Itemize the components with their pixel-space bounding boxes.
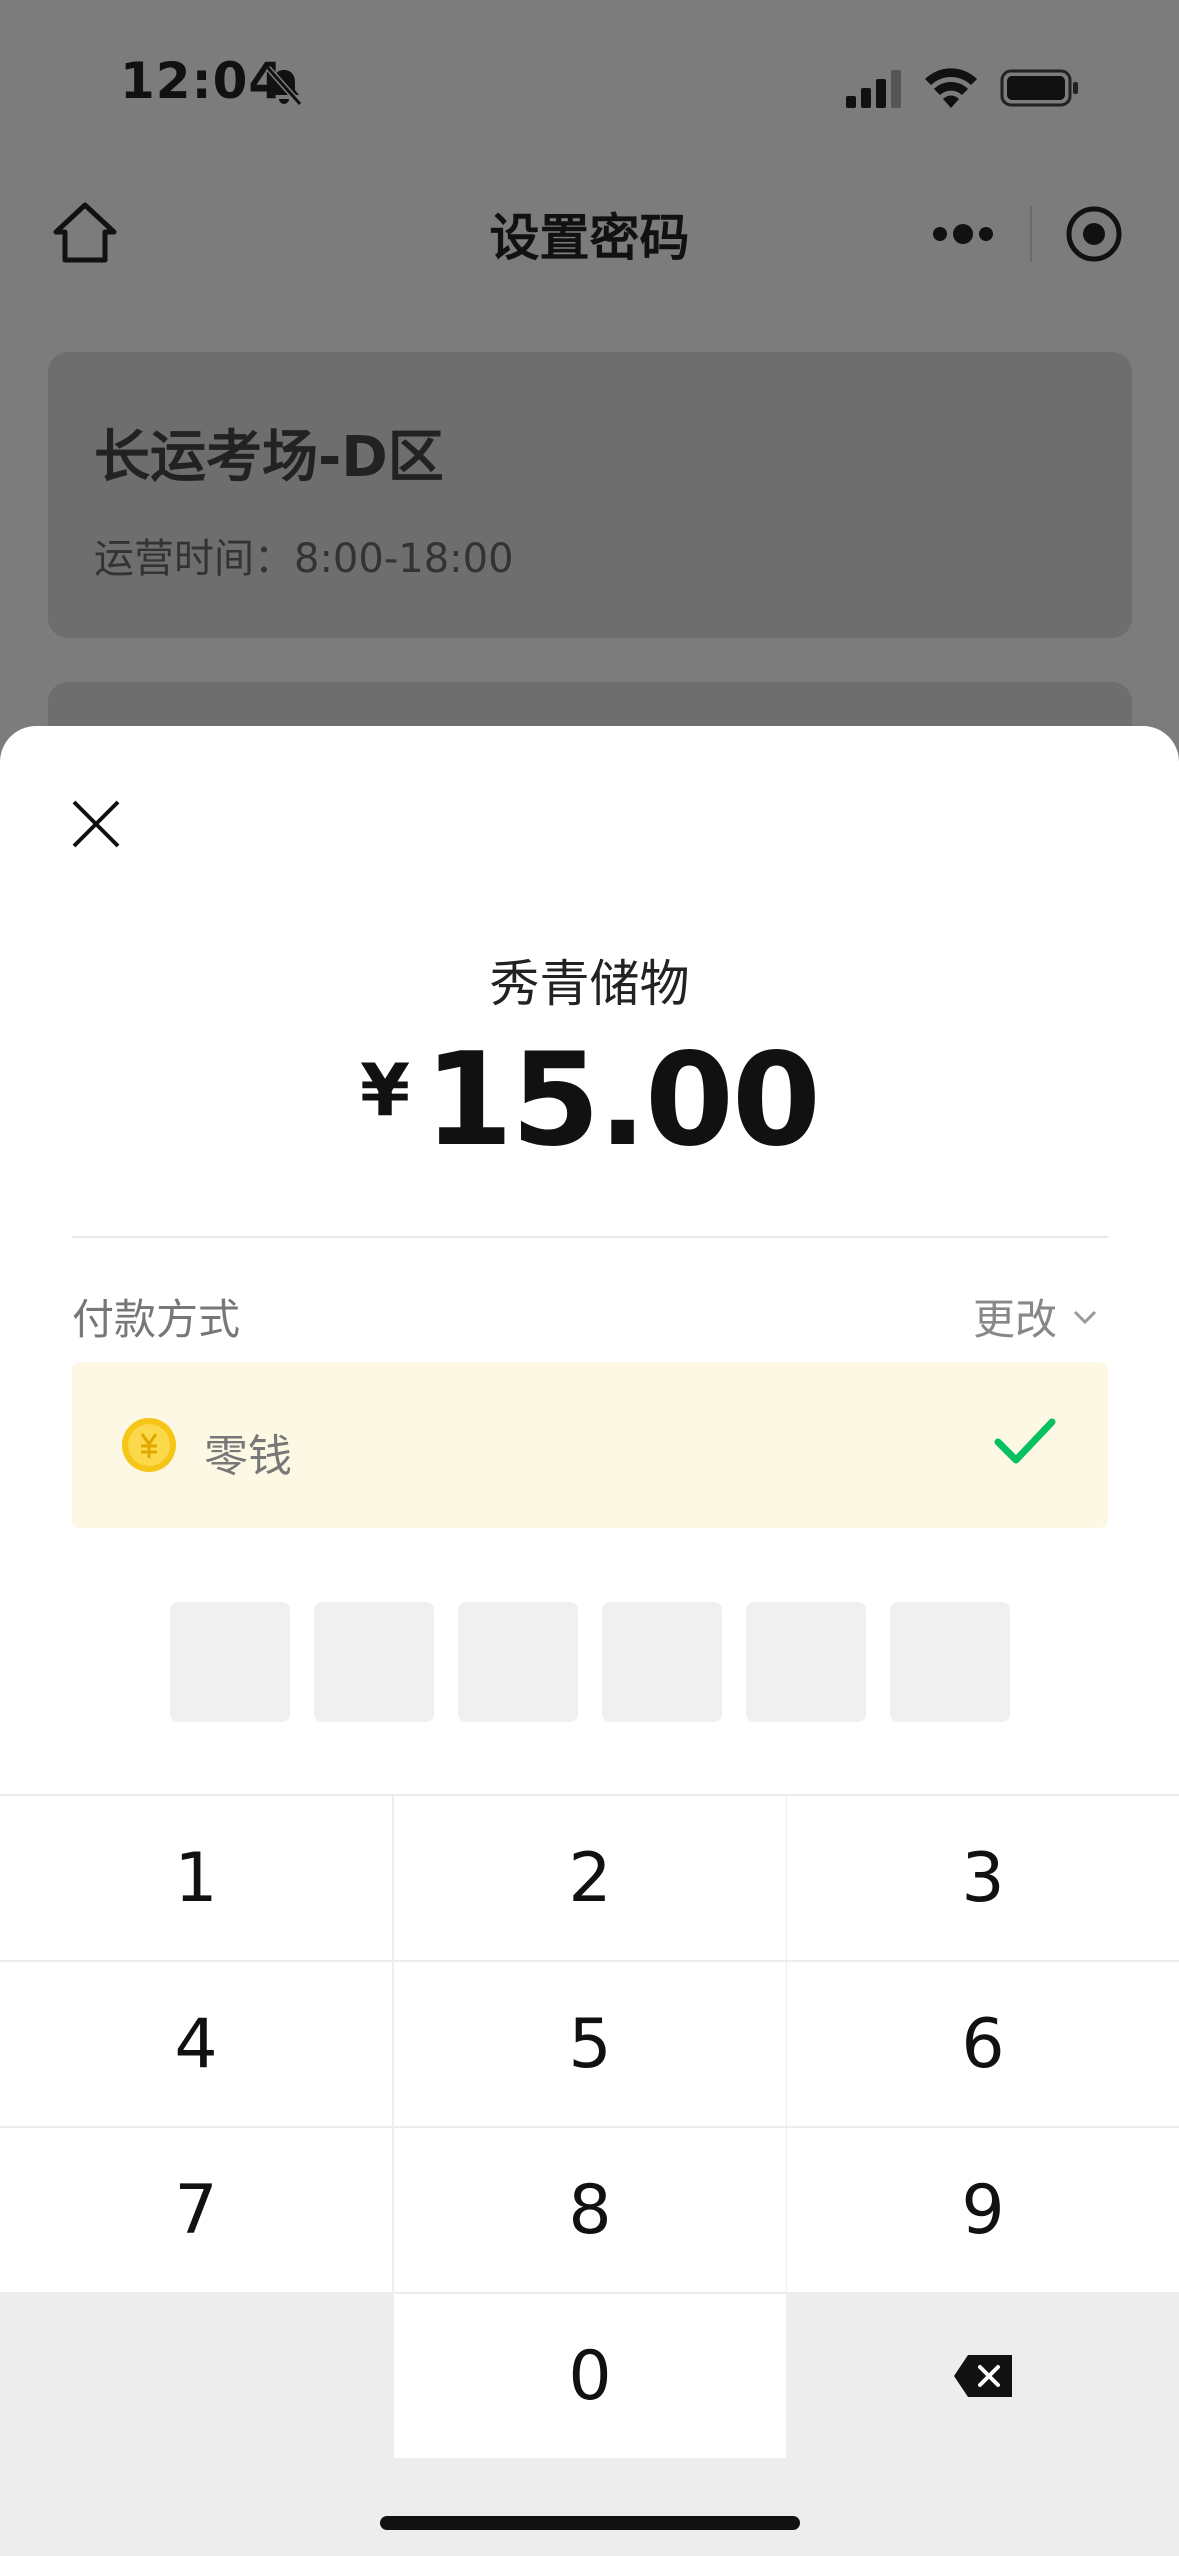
close-icon[interactable] (66, 794, 126, 854)
home-indicator (380, 2516, 800, 2530)
key-3[interactable]: 3 (787, 1796, 1179, 1960)
pin-box (890, 1602, 1010, 1722)
battery-icon (1000, 69, 1078, 107)
change-method-button[interactable]: 更改 (973, 1286, 1099, 1347)
currency-symbol: ¥ (360, 1048, 411, 1132)
amount-value: 15.00 (424, 1026, 821, 1175)
pin-box (746, 1602, 866, 1722)
backspace-icon (954, 2355, 1012, 2397)
signal-icon (846, 70, 901, 108)
backspace-key[interactable] (787, 2294, 1179, 2458)
key-0[interactable]: 0 (394, 2294, 786, 2458)
location-card: 长运考场-D区 运营时间：8:00-18:00 (48, 352, 1132, 638)
wifi-icon (925, 68, 977, 108)
bell-muted-icon (265, 66, 303, 106)
payment-amount: ¥15.00 (0, 1026, 1179, 1175)
capsule-divider (1030, 206, 1032, 262)
target-icon[interactable] (1064, 204, 1124, 264)
key-4[interactable]: 4 (0, 1962, 392, 2126)
change-label: 更改 (972, 1295, 1057, 1344)
divider (72, 1236, 1108, 1238)
pin-box (602, 1602, 722, 1722)
status-bar: 12:04 (0, 0, 1179, 170)
key-5[interactable]: 5 (394, 1962, 786, 2126)
key-8[interactable]: 8 (394, 2128, 786, 2292)
key-1[interactable]: 1 (0, 1796, 392, 1960)
merchant-name: 秀青储物 (489, 955, 690, 1013)
mini-program-capsule (898, 184, 1140, 284)
pin-input[interactable] (170, 1602, 1010, 1722)
pin-box (170, 1602, 290, 1722)
chevron-down-icon (1073, 1310, 1097, 1324)
method-name: 零钱 (204, 1431, 292, 1482)
payment-method-label: 付款方式 (72, 1295, 241, 1344)
pin-box (314, 1602, 434, 1722)
key-6[interactable]: 6 (787, 1962, 1179, 2126)
more-icon[interactable] (926, 184, 1000, 284)
selected-payment-method[interactable]: 零钱 (72, 1362, 1108, 1528)
key-7[interactable]: 7 (0, 2128, 392, 2292)
status-time: 12:04 (120, 52, 285, 110)
check-icon (994, 1418, 1056, 1464)
location-title: 长运考场-D区 (94, 425, 444, 490)
numeric-keypad: 1 2 3 4 5 6 7 8 9 0 (0, 1794, 1179, 2556)
payment-sheet: 秀青储物 ¥15.00 付款方式 更改 零钱 1 2 3 4 5 6 7 8 9… (0, 726, 1179, 2556)
pin-box (458, 1602, 578, 1722)
key-2[interactable]: 2 (394, 1796, 786, 1960)
coin-icon (122, 1418, 176, 1472)
nav-bar: 设置密码 (0, 170, 1179, 290)
key-9[interactable]: 9 (787, 2128, 1179, 2292)
operating-hours: 运营时间：8:00-18:00 (94, 536, 514, 582)
